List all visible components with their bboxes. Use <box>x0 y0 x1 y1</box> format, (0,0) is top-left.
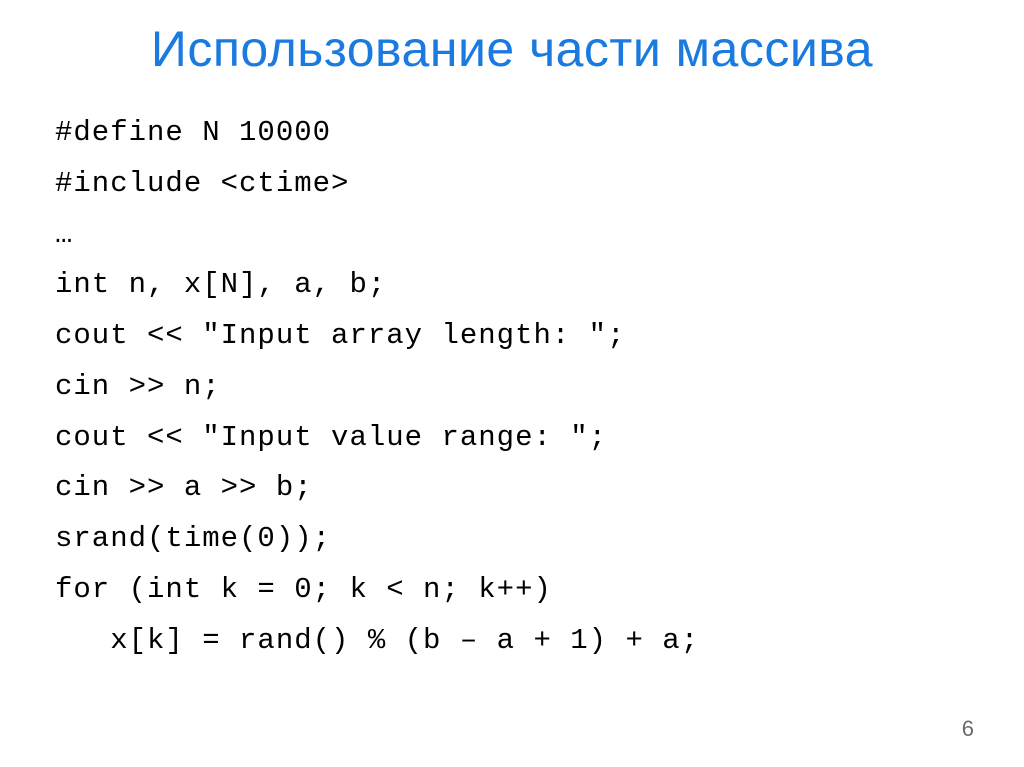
code-line-5: cout << "Input array length: "; <box>55 311 974 362</box>
slide-title: Использование части массива <box>50 20 974 78</box>
code-line-4: int n, x[N], a, b; <box>55 260 974 311</box>
code-line-1: #define N 10000 <box>55 108 974 159</box>
code-line-10: for (int k = 0; k < n; k++) <box>55 565 974 616</box>
slide-container: Использование части массива #define N 10… <box>0 0 1024 767</box>
code-line-2: #include <ctime> <box>55 159 974 210</box>
code-line-6: cin >> n; <box>55 362 974 413</box>
page-number: 6 <box>962 716 974 742</box>
code-block: #define N 10000 #include <ctime> … int n… <box>50 108 974 666</box>
code-line-3: … <box>55 210 974 261</box>
code-line-7: cout << "Input value range: "; <box>55 413 974 464</box>
code-line-8: cin >> a >> b; <box>55 463 974 514</box>
code-line-9: srand(time(0)); <box>55 514 974 565</box>
code-line-11: x[k] = rand() % (b – a + 1) + a; <box>55 616 974 667</box>
